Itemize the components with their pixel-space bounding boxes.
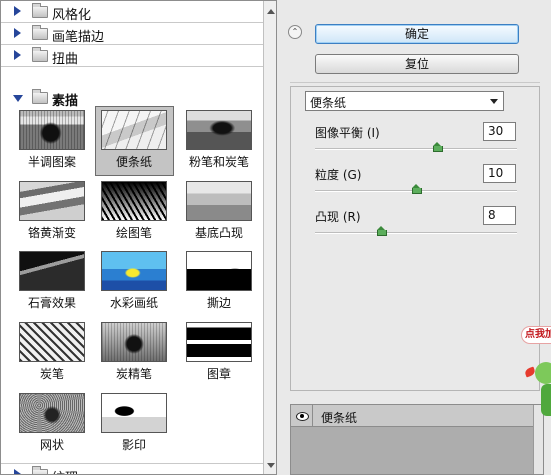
- filter-label: 炭笔: [39, 367, 64, 381]
- filter-label: 石膏效果: [27, 296, 76, 310]
- mascot-icon[interactable]: [523, 356, 551, 416]
- image-balance-label: 图像平衡 (I): [315, 126, 380, 140]
- slider-handle[interactable]: [433, 142, 443, 152]
- promo-badge[interactable]: 点我加: [521, 326, 551, 344]
- filter-label: 水彩画纸: [109, 296, 158, 310]
- torn-edges-thumbnail[interactable]: [186, 251, 252, 291]
- folder-icon: [32, 89, 48, 104]
- category-label: 画笔描边: [52, 30, 105, 45]
- filter-label: 粉笔和炭笔: [188, 155, 249, 169]
- filter-label: 便条纸: [115, 155, 152, 169]
- category-label: 扭曲: [52, 52, 79, 67]
- filter-label: 半调图案: [27, 155, 76, 169]
- filter-label: 图章: [206, 367, 231, 381]
- effect-layer-row[interactable]: 便条纸: [291, 405, 533, 427]
- settings-column: ⌃ 确定 复位 便条纸 图像平衡 (I) 30 粒度 (G) 10 凸现 (R)…: [278, 0, 551, 475]
- relief-slider[interactable]: [315, 226, 517, 236]
- photocopy-thumbnail[interactable]: [101, 393, 167, 433]
- filter-gallery-panel: 风格化 画笔描边 扭曲 素描 半调图案 便条纸 粉笔和炭笔 铬黄渐变 绘图笔 基…: [0, 0, 277, 475]
- folder-icon: [32, 25, 48, 40]
- filter-select-value: 便条纸: [310, 96, 347, 110]
- mascot-head: [535, 362, 551, 384]
- graininess-label: 粒度 (G): [315, 168, 362, 182]
- filter-label: 基底凸现: [194, 226, 243, 240]
- ok-button[interactable]: 确定: [315, 24, 519, 44]
- expand-arrow-icon[interactable]: [14, 28, 21, 38]
- filter-label: 铬黄渐变: [27, 226, 76, 240]
- graininess-input[interactable]: 10: [483, 164, 516, 183]
- filter-label: 影印: [121, 438, 146, 452]
- effect-layer-name: 便条纸: [321, 411, 358, 425]
- image-balance-input[interactable]: 30: [483, 122, 516, 141]
- slider-handle[interactable]: [412, 184, 422, 194]
- category-label: 纹理: [52, 467, 78, 474]
- eye-visibility-icon[interactable]: [291, 405, 313, 427]
- collapse-gallery-icon[interactable]: ⌃: [288, 25, 302, 39]
- folder-icon: [32, 466, 48, 474]
- halftone-pattern-thumbnail[interactable]: [19, 110, 85, 150]
- charcoal-thumbnail[interactable]: [19, 322, 85, 362]
- conte-crayon-thumbnail[interactable]: [101, 322, 167, 362]
- chalk-charcoal-thumbnail[interactable]: [186, 110, 252, 150]
- slider-handle[interactable]: [377, 226, 387, 236]
- bas-relief-thumbnail[interactable]: [186, 181, 252, 221]
- filter-label: 绘图笔: [115, 226, 152, 240]
- mascot-body: [541, 384, 551, 416]
- chevron-down-icon[interactable]: [490, 99, 498, 104]
- filter-label: 撕边: [206, 296, 231, 310]
- scroll-down-arrow-icon[interactable]: [267, 463, 275, 468]
- expand-arrow-icon[interactable]: [14, 469, 21, 474]
- filter-label: 网状: [39, 438, 64, 452]
- graphic-pen-thumbnail[interactable]: [101, 181, 167, 221]
- category-stylize[interactable]: 风格化: [1, 1, 263, 23]
- divider: [290, 82, 540, 83]
- reticulation-thumbnail[interactable]: [19, 393, 85, 433]
- filter-select[interactable]: 便条纸: [305, 91, 504, 111]
- note-paper-thumbnail[interactable]: [101, 110, 167, 150]
- expand-arrow-icon[interactable]: [14, 6, 21, 16]
- category-label: 素描: [52, 94, 79, 109]
- folder-icon: [32, 3, 48, 18]
- category-distort[interactable]: 扭曲: [1, 45, 263, 67]
- chrome-thumbnail[interactable]: [19, 181, 85, 221]
- filter-settings-panel: 便条纸 图像平衡 (I) 30 粒度 (G) 10 凸现 (R) 8: [290, 86, 540, 391]
- folder-icon: [32, 47, 48, 62]
- image-balance-slider[interactable]: [315, 142, 517, 152]
- scroll-up-arrow-icon[interactable]: [267, 9, 275, 14]
- gallery-scrollbar[interactable]: [263, 1, 276, 474]
- stamp-thumbnail[interactable]: [186, 322, 252, 362]
- category-label: 风格化: [52, 8, 92, 23]
- plaster-thumbnail[interactable]: [19, 251, 85, 291]
- relief-label: 凸现 (R): [315, 210, 361, 224]
- relief-input[interactable]: 8: [483, 206, 516, 225]
- category-brush-strokes[interactable]: 画笔描边: [1, 23, 263, 45]
- graininess-slider[interactable]: [315, 184, 517, 194]
- filter-label: 炭精笔: [115, 367, 152, 381]
- collapse-arrow-icon[interactable]: [13, 95, 23, 102]
- category-texture[interactable]: 纹理: [1, 463, 263, 474]
- reset-button[interactable]: 复位: [315, 54, 519, 74]
- effect-layers-panel: 便条纸: [290, 404, 544, 475]
- water-paper-thumbnail[interactable]: [101, 251, 167, 291]
- expand-arrow-icon[interactable]: [14, 50, 21, 60]
